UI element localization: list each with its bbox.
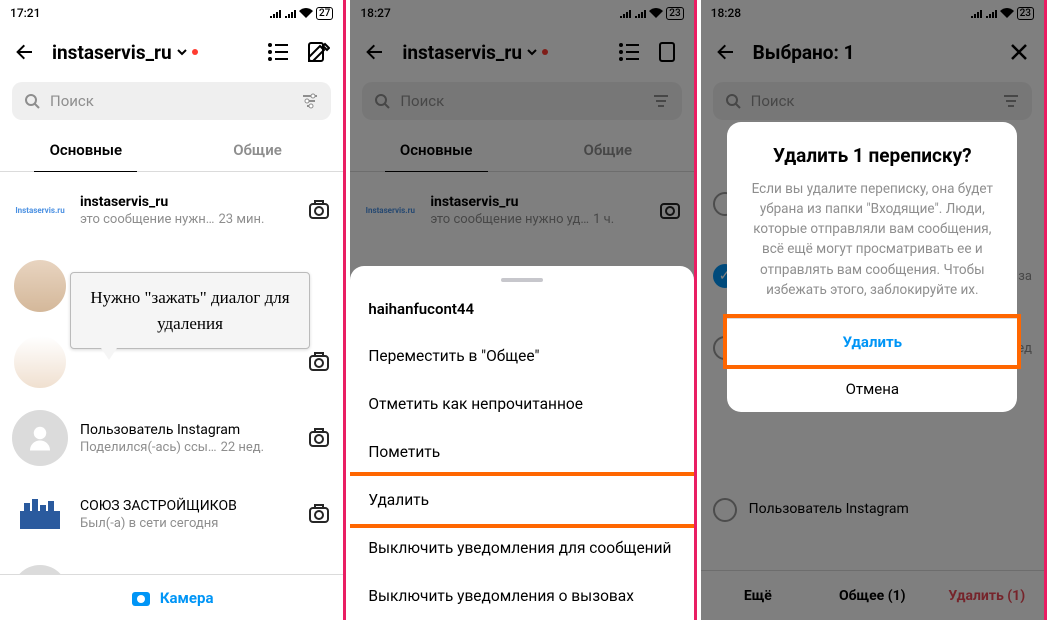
option-mute-calls[interactable]: Выключить уведомления о вызовах — [350, 572, 693, 620]
avatar[interactable] — [12, 334, 68, 390]
phone-screen-2: 18:27 23 instaservis_ru Поиск Основные О… — [350, 0, 696, 620]
tab-general[interactable]: Общие — [172, 128, 344, 171]
camera-icon[interactable] — [307, 426, 331, 450]
chevron-down-icon — [176, 46, 188, 58]
clock: 17:21 — [10, 6, 40, 20]
status-bar: 17:21 27 — [0, 0, 343, 26]
tabs: Основные Общие — [0, 128, 343, 172]
camera-icon[interactable] — [307, 350, 331, 374]
dm-preview: Был(-а) в сети сегодня — [80, 516, 295, 531]
sheet-title: haihanfucont44 — [350, 292, 693, 332]
search-icon — [24, 93, 40, 109]
status-icons: 27 — [269, 7, 333, 20]
sheet-handle[interactable] — [501, 278, 543, 282]
avatar[interactable]: Instaservis.ru — [12, 182, 68, 238]
dm-item[interactable]: СОЮЗ ЗАСТРОЙЩИКОВ Был(-а) в сети сегодня — [0, 476, 343, 552]
phone-screen-1: 17:21 27 instaservis_ru Поиск Основные О… — [0, 0, 346, 620]
header: instaservis_ru — [0, 26, 343, 78]
modal-cancel-button[interactable]: Отмена — [727, 365, 1017, 412]
account-selector[interactable]: instaservis_ru — [52, 41, 251, 64]
dm-name: instaservis_ru — [80, 194, 295, 210]
option-mute-messages[interactable]: Выключить уведомления для сообщений — [350, 524, 693, 572]
dm-item[interactable]: Instaservis.ru instaservis_ru это сообще… — [0, 172, 343, 248]
compose-icon[interactable] — [305, 39, 331, 65]
action-sheet: haihanfucont44 Переместить в "Общее" Отм… — [350, 266, 693, 620]
camera-icon — [130, 587, 152, 609]
dm-list: Instaservis.ru instaservis_ru это сообще… — [0, 172, 343, 620]
camera-icon[interactable] — [307, 502, 331, 526]
avatar[interactable] — [12, 410, 68, 466]
list-icon[interactable] — [265, 39, 291, 65]
dm-name: Пользователь Instagram — [80, 422, 295, 438]
notification-dot — [192, 49, 198, 55]
modal-delete-button[interactable]: Удалить — [727, 318, 1017, 365]
avatar[interactable] — [12, 258, 68, 314]
dm-preview: Поделился(-ась) ссы…22 нед. — [80, 440, 295, 455]
camera-icon[interactable] — [307, 198, 331, 222]
avatar[interactable] — [12, 486, 68, 542]
dm-preview: это сообщение нужн…23 мин. — [80, 212, 295, 227]
option-mark-unread[interactable]: Отметить как непрочитанное — [350, 380, 693, 428]
search-input[interactable]: Поиск — [12, 82, 331, 120]
dm-item[interactable]: Пользователь Instagram Поделился(-ась) с… — [0, 400, 343, 476]
delete-confirm-modal: Удалить 1 переписку? Если вы удалите пер… — [727, 122, 1017, 412]
modal-title: Удалить 1 переписку? — [727, 122, 1017, 179]
filter-icon[interactable] — [301, 92, 319, 110]
back-icon[interactable] — [12, 39, 38, 65]
camera-button[interactable]: Камера — [0, 574, 343, 620]
modal-body: Если вы удалите переписку, она будет убр… — [727, 179, 1017, 319]
phone-screen-3: 18:28 23 Выбрано: 1 Поиск за — [701, 0, 1047, 620]
tab-primary[interactable]: Основные — [0, 128, 172, 171]
option-move-general[interactable]: Переместить в "Общее" — [350, 332, 693, 380]
instruction-tooltip: Нужно "зажать" диалог для удаления — [70, 272, 310, 349]
option-flag[interactable]: Пометить — [350, 428, 693, 476]
dm-name: СОЮЗ ЗАСТРОЙЩИКОВ — [80, 498, 295, 514]
option-delete[interactable]: Удалить — [350, 476, 693, 524]
